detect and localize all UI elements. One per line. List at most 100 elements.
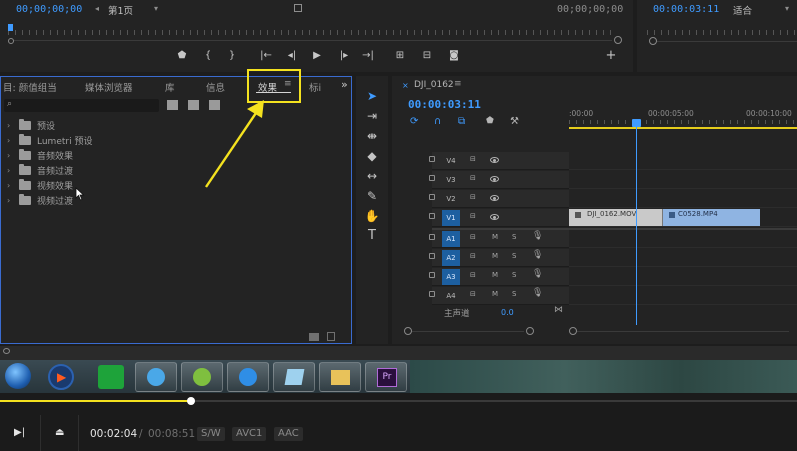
mute-button[interactable]: M bbox=[492, 290, 498, 298]
clip-dji-0162[interactable]: DJI_0162.MOV bbox=[569, 209, 663, 226]
nest-toggle-icon[interactable]: ⟳ bbox=[410, 116, 418, 127]
32bit-effects-icon[interactable] bbox=[188, 100, 199, 110]
work-area-bar[interactable] bbox=[569, 127, 797, 129]
add-marker-icon[interactable]: ⬟ bbox=[486, 116, 494, 126]
taskbar-app-notes[interactable] bbox=[273, 362, 315, 392]
step-back-icon[interactable]: ◂| bbox=[284, 50, 300, 61]
page-select[interactable]: 第1页 bbox=[108, 3, 133, 17]
track-name[interactable]: A3 bbox=[442, 269, 460, 285]
go-to-out-icon[interactable]: →| bbox=[360, 50, 376, 61]
program-ruler[interactable] bbox=[647, 30, 795, 35]
solo-button[interactable]: S bbox=[512, 252, 516, 260]
track-scroll-bar[interactable] bbox=[412, 331, 524, 332]
play-icon[interactable]: ▶ bbox=[309, 50, 325, 61]
razor-tool-icon[interactable]: ◆ bbox=[363, 148, 381, 164]
eye-icon[interactable] bbox=[490, 176, 499, 182]
linked-selection-icon[interactable]: ⧉ bbox=[458, 116, 465, 127]
insert-icon[interactable]: ⊞ bbox=[392, 50, 408, 61]
track-lane-v2[interactable] bbox=[569, 190, 797, 208]
source-timecode-in[interactable]: 00;00;00;00 bbox=[16, 4, 82, 15]
track-name[interactable]: V3 bbox=[442, 172, 460, 188]
page-dropdown-icon[interactable]: ▾ bbox=[154, 4, 158, 13]
source-zoom-bar[interactable] bbox=[14, 40, 612, 41]
source-zoom-start[interactable] bbox=[8, 38, 14, 44]
tree-item-video-transitions[interactable]: › 视频过渡 bbox=[7, 193, 73, 208]
lock-icon[interactable] bbox=[429, 213, 435, 219]
solo-button[interactable]: S bbox=[512, 233, 516, 241]
add-button-icon[interactable]: + bbox=[603, 48, 619, 63]
delete-icon[interactable] bbox=[327, 332, 335, 341]
audio-codec-badge[interactable]: AAC bbox=[274, 427, 303, 441]
new-bin-icon[interactable] bbox=[309, 333, 319, 341]
sync-lock-icon[interactable]: ⊟ bbox=[470, 193, 476, 201]
video-codec-badge[interactable]: AVC1 bbox=[232, 427, 267, 441]
sequence-menu-icon[interactable]: ≡ bbox=[454, 79, 462, 89]
add-marker-icon[interactable]: ⬟ bbox=[174, 50, 190, 61]
microphone-icon[interactable]: 🎙 bbox=[532, 269, 543, 279]
lock-icon[interactable] bbox=[429, 291, 435, 297]
selection-tool-icon[interactable]: ➤ bbox=[363, 88, 381, 104]
track-lane-a4[interactable] bbox=[569, 287, 797, 305]
tab-project[interactable]: 目: 颜值组当 bbox=[3, 80, 57, 94]
track-select-tool-icon[interactable]: ⇥ bbox=[363, 108, 381, 124]
track-lane-a3[interactable] bbox=[569, 268, 797, 286]
mute-button[interactable]: M bbox=[492, 252, 498, 260]
track-lane-v3[interactable] bbox=[569, 171, 797, 189]
expand-arrow-icon[interactable]: › bbox=[7, 166, 13, 175]
slip-tool-icon[interactable]: ↔ bbox=[363, 168, 381, 184]
solo-button[interactable]: S bbox=[512, 271, 516, 279]
lock-icon[interactable] bbox=[429, 194, 435, 200]
tree-item-audio-transitions[interactable]: › 音频过渡 bbox=[7, 163, 73, 178]
mute-button[interactable]: M bbox=[492, 233, 498, 241]
tree-item-presets[interactable]: › 预设 bbox=[7, 118, 55, 133]
tree-item-video-effects[interactable]: › 视频效果 bbox=[7, 178, 73, 193]
sync-lock-icon[interactable]: ⊟ bbox=[470, 271, 476, 279]
track-name[interactable]: V1 bbox=[442, 210, 460, 226]
track-name[interactable]: V2 bbox=[442, 191, 460, 207]
pen-tool-icon[interactable]: ✎ bbox=[363, 188, 381, 204]
accelerated-effects-icon[interactable] bbox=[167, 100, 178, 110]
lock-icon[interactable] bbox=[429, 253, 435, 259]
program-timecode[interactable]: 00:00:03:11 bbox=[653, 4, 719, 15]
snap-icon[interactable]: ∩ bbox=[434, 116, 441, 127]
track-lane-a1[interactable] bbox=[569, 230, 797, 248]
export-frame-icon[interactable]: ◙ bbox=[446, 50, 462, 61]
taskbar-app-cloud[interactable] bbox=[227, 362, 269, 392]
expand-arrow-icon[interactable]: › bbox=[7, 136, 13, 145]
sync-lock-icon[interactable]: ⊟ bbox=[470, 174, 476, 182]
master-volume-value[interactable]: 0.0 bbox=[501, 308, 514, 317]
eye-icon[interactable] bbox=[490, 157, 499, 163]
taskbar-app-frog[interactable] bbox=[181, 362, 223, 392]
source-zoom-end[interactable] bbox=[614, 36, 622, 44]
track-scroll-start[interactable] bbox=[404, 327, 412, 335]
lock-icon[interactable] bbox=[429, 272, 435, 278]
tab-library[interactable]: 库 bbox=[165, 80, 175, 94]
tab-markers[interactable]: 标i bbox=[309, 80, 321, 94]
time-scroll-start[interactable] bbox=[569, 327, 577, 335]
type-tool-icon[interactable]: T bbox=[363, 228, 381, 244]
clip-c0528[interactable]: C0528.MP4 bbox=[663, 209, 760, 226]
time-scroll-bar[interactable] bbox=[577, 331, 789, 332]
tree-item-audio-effects[interactable]: › 音频效果 bbox=[7, 148, 73, 163]
eye-icon[interactable] bbox=[490, 214, 499, 220]
track-name[interactable]: A4 bbox=[442, 288, 460, 304]
source-playhead[interactable] bbox=[8, 24, 13, 31]
source-ruler[interactable] bbox=[8, 30, 616, 35]
fit-select[interactable]: 适合 ▾ bbox=[733, 3, 789, 17]
sync-lock-icon[interactable]: ⊟ bbox=[470, 233, 476, 241]
go-to-in-icon[interactable]: |← bbox=[258, 50, 274, 61]
tab-overflow-icon[interactable]: » bbox=[341, 78, 348, 91]
track-name[interactable]: A1 bbox=[442, 231, 460, 247]
decoder-badge[interactable]: S/W bbox=[197, 427, 225, 441]
app-green-icon[interactable] bbox=[98, 365, 124, 389]
program-zoom-bar[interactable] bbox=[657, 41, 797, 42]
player-progress-knob[interactable] bbox=[187, 397, 196, 405]
eject-icon[interactable]: ⏏ bbox=[55, 427, 64, 438]
mute-button[interactable]: M bbox=[492, 271, 498, 279]
track-lane-v1[interactable]: DJI_0162.MOV C0528.MP4 bbox=[569, 209, 797, 227]
page-prev-icon[interactable]: ◂ bbox=[95, 4, 99, 13]
track-name[interactable]: A2 bbox=[442, 250, 460, 266]
media-player-icon[interactable]: ▶ bbox=[48, 364, 74, 390]
sync-lock-icon[interactable]: ⊟ bbox=[470, 155, 476, 163]
lock-icon[interactable] bbox=[429, 234, 435, 240]
